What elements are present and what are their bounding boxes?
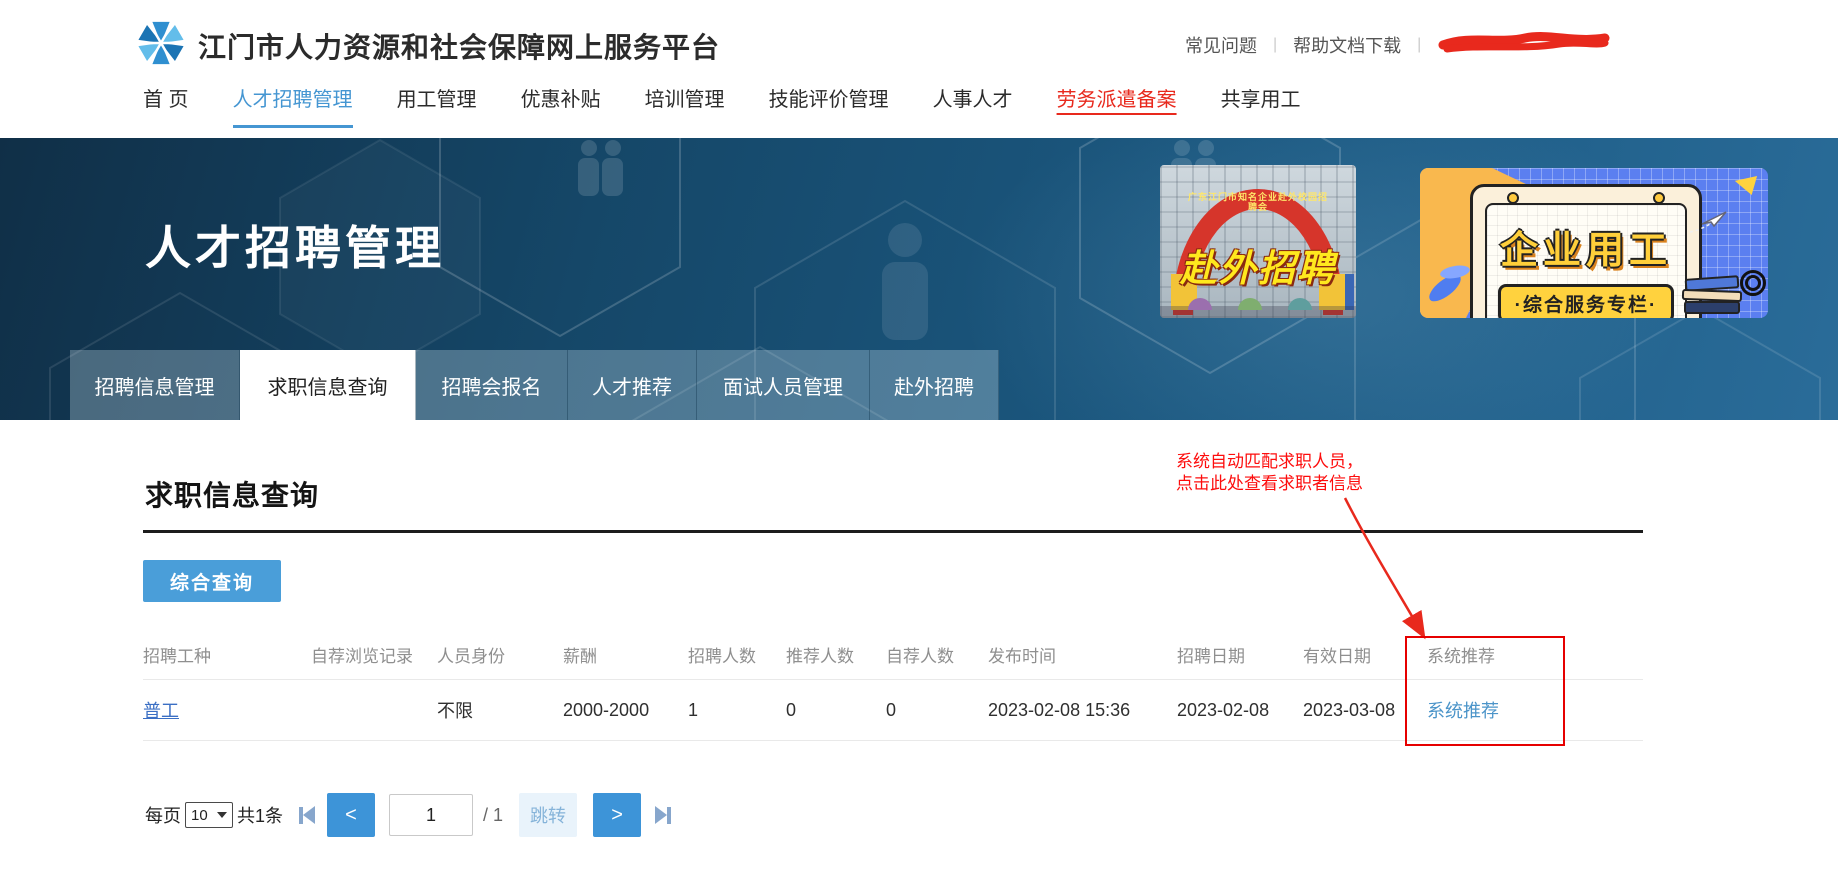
arch-caption: 广东江门市知名企业赴外校园招聘会 — [1184, 192, 1332, 212]
paper-plane-icon — [1688, 210, 1728, 241]
sub-tab-bar: 招聘信息管理 求职信息查询 招聘会报名 人才推荐 面试人员管理 赴外招聘 — [70, 350, 999, 420]
next-page-button[interactable]: > — [593, 793, 641, 837]
annotation-line2: 点击此处查看求职者信息 — [1176, 473, 1363, 495]
nav-item-skill-evaluation[interactable]: 技能评价管理 — [769, 83, 889, 118]
nav-item-training[interactable]: 培训管理 — [645, 83, 725, 118]
tab-interviewee-manage[interactable]: 面试人员管理 — [697, 350, 870, 420]
person-silhouettes — [578, 140, 1216, 196]
divider: | — [1273, 36, 1277, 54]
col-header-publish-time: 发布时间 — [988, 642, 1177, 667]
per-page-select[interactable]: 10 — [185, 802, 233, 828]
cell-self-recommend-count: 0 — [886, 700, 988, 721]
page: 江门市人力资源和社会保障网上服务平台 常见问题 | 帮助文档下载 | 首 页 人… — [0, 0, 1838, 889]
promo-enterprise-banner[interactable]: 企业用工 ·综合服务专栏· — [1420, 168, 1768, 318]
jump-button[interactable]: 跳转 — [519, 793, 577, 837]
nav-item-hr-talent[interactable]: 人事人才 — [933, 83, 1013, 118]
col-header-recommend-count: 推荐人数 — [786, 642, 886, 667]
banner-title: 人才招聘管理 — [145, 212, 445, 278]
signboard: 企业用工 ·综合服务专栏· — [1470, 184, 1702, 318]
quick-links: 常见问题 | 帮助文档下载 | — [1185, 30, 1612, 59]
cell-salary: 2000-2000 — [563, 700, 688, 721]
per-page-value: 10 — [191, 807, 208, 824]
col-header-browse-record: 自荐浏览记录 — [311, 642, 437, 667]
total-pages-label: / 1 — [483, 805, 503, 826]
nav-item-shared-employment[interactable]: 共享用工 — [1221, 83, 1301, 118]
cell-recommend-count: 0 — [786, 700, 886, 721]
tab-jobseeker-info-query[interactable]: 求职信息查询 — [240, 350, 416, 420]
help-download-link[interactable]: 帮助文档下载 — [1293, 32, 1401, 58]
per-page-label: 每页 — [145, 802, 181, 828]
system-recommend-link[interactable]: 系统推荐 — [1427, 701, 1499, 721]
promo-recruit-abroad-banner[interactable]: 广东江门市知名企业赴外校园招聘会 赴外招聘 — [1160, 165, 1356, 318]
page-title: 求职信息查询 — [145, 474, 319, 514]
total-count-label: 共1条 — [237, 802, 283, 828]
nav-item-home[interactable]: 首 页 — [143, 83, 189, 118]
col-header-identity: 人员身份 — [437, 642, 563, 667]
page-number-input[interactable] — [389, 794, 473, 836]
col-header-recruit-count: 招聘人数 — [688, 642, 786, 667]
chevron-down-icon — [217, 812, 227, 818]
tab-job-fair-signup[interactable]: 招聘会报名 — [416, 350, 568, 420]
nav-item-subsidy[interactable]: 优惠补贴 — [521, 83, 601, 118]
top-header: 江门市人力资源和社会保障网上服务平台 常见问题 | 帮助文档下载 | 首 页 人… — [0, 0, 1838, 138]
divider: | — [1417, 36, 1421, 54]
hero-banner: 人才招聘管理 广东江门市知名企业赴外校园招聘会 赴外招聘 企业用工 — [0, 138, 1838, 420]
first-page-button[interactable] — [299, 806, 315, 824]
promo-enterprise-title: 企业用工 — [1487, 219, 1685, 274]
col-header-self-recommend-count: 自荐人数 — [886, 642, 988, 667]
nav-item-labor-dispatch[interactable]: 劳务派遣备案 — [1057, 83, 1177, 118]
table-header-row: 招聘工种 自荐浏览记录 人员身份 薪酬 招聘人数 推荐人数 自荐人数 发布时间 … — [143, 630, 1643, 680]
cell-recruit-count: 1 — [688, 700, 786, 721]
jobseeker-table: 招聘工种 自荐浏览记录 人员身份 薪酬 招聘人数 推荐人数 自荐人数 发布时间 … — [143, 630, 1643, 741]
main-nav: 首 页 人才招聘管理 用工管理 优惠补贴 培训管理 技能评价管理 人事人才 劳务… — [143, 83, 1301, 118]
last-page-button[interactable] — [655, 806, 671, 824]
tab-talent-recommend[interactable]: 人才推荐 — [568, 350, 697, 420]
signboard-inner: 企业用工 ·综合服务专栏· — [1485, 203, 1687, 318]
cell-valid-date: 2023-03-08 — [1303, 700, 1427, 721]
cell-identity: 不限 — [437, 697, 563, 723]
heading-rule — [143, 530, 1643, 533]
col-header-system-recommend: 系统推荐 — [1427, 642, 1580, 667]
books-graphic — [1682, 277, 1742, 314]
pagination-bar: 每页 10 共1条 < / 1 跳转 > — [145, 792, 671, 838]
site-logo-icon — [138, 20, 184, 71]
promo-enterprise-subtitle: ·综合服务专栏· — [1498, 284, 1675, 318]
red-annotation-note: 系统自动匹配求职人员， 点击此处查看求职者信息 — [1176, 451, 1363, 495]
faq-link[interactable]: 常见问题 — [1185, 32, 1257, 58]
promo-recruit-abroad-label: 赴外招聘 — [1160, 238, 1356, 292]
col-header-recruit-date: 招聘日期 — [1177, 642, 1303, 667]
comprehensive-query-button[interactable]: 综合查询 — [143, 560, 281, 602]
nav-item-talent-recruitment[interactable]: 人才招聘管理 — [233, 83, 353, 118]
redaction-scribble — [1437, 30, 1612, 59]
site-title: 江门市人力资源和社会保障网上服务平台 — [198, 26, 720, 66]
content-area: 求职信息查询 系统自动匹配求职人员， 点击此处查看求职者信息 综合查询 招聘工种… — [0, 420, 1838, 889]
cell-publish-time: 2023-02-08 15:36 — [988, 700, 1177, 721]
target-icon — [1740, 270, 1766, 296]
col-header-salary: 薪酬 — [563, 642, 688, 667]
corner-triangle-graphic — [1735, 168, 1763, 195]
tab-recruit-info-manage[interactable]: 招聘信息管理 — [70, 350, 240, 420]
prev-page-button[interactable]: < — [327, 793, 375, 837]
nav-item-employment[interactable]: 用工管理 — [397, 83, 477, 118]
annotation-line1: 系统自动匹配求职人员， — [1176, 451, 1363, 473]
col-header-job-type: 招聘工种 — [143, 642, 311, 667]
col-header-valid-date: 有效日期 — [1303, 642, 1427, 667]
cell-recruit-date: 2023-02-08 — [1177, 700, 1303, 721]
brand: 江门市人力资源和社会保障网上服务平台 — [138, 20, 720, 71]
job-type-link[interactable]: 普工 — [143, 701, 179, 721]
tab-recruit-abroad[interactable]: 赴外招聘 — [870, 350, 999, 420]
table-row: 普工 不限 2000-2000 1 0 0 2023-02-08 15:36 2… — [143, 680, 1643, 741]
red-arrow — [1335, 492, 1440, 647]
